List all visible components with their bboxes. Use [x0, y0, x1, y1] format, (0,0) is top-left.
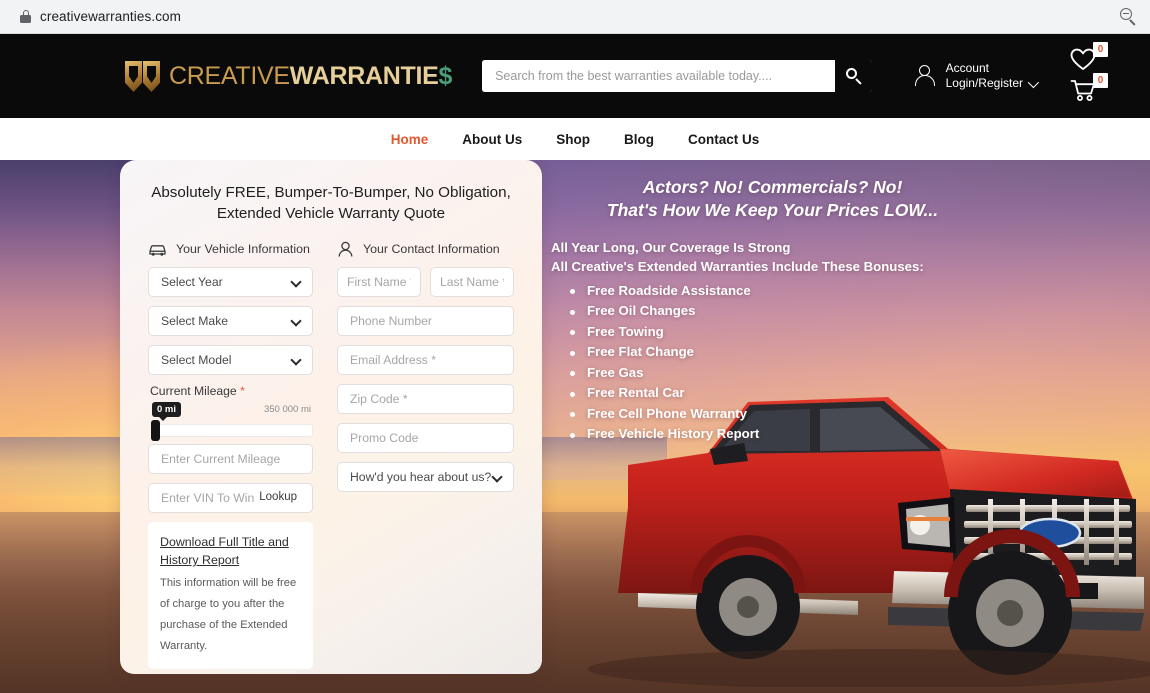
form-title-line1: Absolutely FREE, Bumper-To-Bumper, No Ob… [151, 184, 511, 201]
current-mileage-text: Current Mileage [150, 384, 237, 398]
select-year[interactable]: Select Year [148, 267, 313, 297]
promo-headline-line1: Actors? No! Commercials? No! [642, 177, 903, 197]
referral-source-label: How'd you hear about us? [350, 470, 492, 484]
download-report-link[interactable]: Download Full Title and History Report [160, 533, 289, 569]
history-report-box: Download Full Title and History Report T… [148, 522, 313, 669]
account-menu[interactable]: Account Login/Register [914, 61, 1040, 91]
current-mileage-label: Current Mileage * [150, 384, 313, 398]
wishlist-cart-stack: 0 0 [1070, 41, 1108, 105]
nav-item-shop[interactable]: Shop [556, 132, 590, 147]
account-labels: Account Login/Register [945, 61, 1040, 91]
contact-info-column: Your Contact Information How'd you hear … [337, 240, 514, 669]
hero-section: Actors? No! Commercials? No! That's How … [0, 160, 1150, 693]
account-line2: Login/Register [945, 76, 1023, 90]
chevron-down-icon [491, 471, 503, 483]
list-item: Free Gas [570, 362, 1000, 383]
nav-item-contact-us[interactable]: Contact Us [688, 132, 759, 147]
select-make-label: Select Make [161, 314, 229, 328]
site-search [482, 60, 873, 92]
search-input[interactable] [482, 60, 836, 92]
logo-wordmark: CREATIVEWARRANTIE$ [169, 61, 453, 90]
required-asterisk: * [240, 384, 245, 398]
mileage-slider-handle[interactable] [151, 420, 160, 441]
mileage-slider-track[interactable] [152, 424, 313, 437]
select-year-label: Select Year [161, 275, 223, 289]
vehicle-info-label: Your Vehicle Information [176, 242, 310, 256]
form-title: Absolutely FREE, Bumper-To-Bumper, No Ob… [148, 182, 514, 224]
current-mileage-input[interactable] [148, 444, 313, 474]
nav-item-home[interactable]: Home [391, 132, 429, 147]
form-columns: Your Vehicle Information Select Year Sel… [148, 240, 514, 669]
history-report-note: This information will be free of charge … [160, 577, 297, 652]
mileage-slider-max-label: 350 000 mi [263, 404, 311, 415]
name-row [337, 267, 514, 306]
site-logo[interactable]: CREATIVEWARRANTIE$ [125, 60, 452, 92]
logo-part-creative: CREATIVE [169, 61, 290, 90]
browser-chrome: creativewarranties.com [0, 0, 1150, 34]
logo-part-warranties: WARRANTIE [289, 61, 439, 90]
last-name-input[interactable] [430, 267, 514, 297]
form-title-line2: Extended Vehicle Warranty Quote [216, 205, 446, 222]
page-viewport: CREATIVEWARRANTIE$ Account Login/Registe… [0, 34, 1150, 693]
nav-item-blog[interactable]: Blog [624, 132, 654, 147]
promo-sub-line1: All Year Long, Our Coverage Is Strong [551, 240, 791, 255]
chevron-down-icon [290, 276, 302, 288]
select-model[interactable]: Select Model [148, 345, 313, 375]
wishlist-count-badge: 0 [1093, 41, 1108, 57]
promo-code-input[interactable] [337, 423, 514, 453]
vehicle-info-heading: Your Vehicle Information [148, 240, 313, 258]
promo-bonus-list: Free Roadside Assistance Free Oil Change… [545, 280, 1000, 444]
account-line1: Account [945, 61, 989, 75]
mileage-slider-value-tooltip: 0 mi [152, 402, 182, 421]
chevron-down-icon [290, 315, 302, 327]
person-icon [337, 241, 354, 258]
logo-part-dollar: $ [438, 61, 453, 90]
list-item: Free Vehicle History Report [570, 424, 1000, 445]
list-item: Free Roadside Assistance [570, 280, 1000, 301]
list-item: Free Rental Car [570, 383, 1000, 404]
main-nav: Home About Us Shop Blog Contact Us [0, 118, 1150, 160]
car-icon [148, 242, 167, 257]
url-bar[interactable]: creativewarranties.com [10, 3, 1118, 30]
site-header: CREATIVEWARRANTIE$ Account Login/Registe… [0, 34, 1150, 118]
email-address-input[interactable] [337, 345, 514, 375]
url-text: creativewarranties.com [40, 9, 181, 24]
phone-number-input[interactable] [337, 306, 514, 336]
download-report-line1: Download Full Title and [160, 535, 289, 549]
list-item: Free Flat Change [570, 342, 1000, 363]
select-model-label: Select Model [161, 353, 232, 367]
nav-item-about-us[interactable]: About Us [462, 132, 522, 147]
list-item: Free Cell Phone Warranty [570, 403, 1000, 424]
cart-count-badge: 0 [1093, 72, 1108, 88]
chevron-down-icon [290, 354, 302, 366]
chevron-down-icon [1027, 76, 1040, 88]
list-item: Free Towing [570, 321, 1000, 342]
first-name-input[interactable] [337, 267, 421, 297]
promo-column: Actors? No! Commercials? No! That's How … [545, 176, 1000, 444]
vin-field-group: Lookup [148, 483, 313, 513]
list-item: Free Oil Changes [570, 301, 1000, 322]
cart-button[interactable]: 0 [1070, 72, 1108, 105]
lock-icon [20, 10, 31, 23]
referral-source-select[interactable]: How'd you hear about us? [337, 462, 514, 492]
header-actions: Account Login/Register 0 0 [914, 41, 1128, 105]
zoom-out-icon[interactable] [1118, 6, 1140, 28]
download-report-line2: History Report [160, 553, 240, 567]
promo-sub-line2: All Creative's Extended Warranties Inclu… [551, 259, 924, 274]
vin-lookup-button[interactable]: Lookup [253, 490, 303, 504]
wishlist-button[interactable]: 0 [1070, 41, 1108, 74]
person-icon [914, 64, 936, 88]
select-make[interactable]: Select Make [148, 306, 313, 336]
zip-code-input[interactable] [337, 384, 514, 414]
promo-headline-line2: That's How We Keep Your Prices LOW... [606, 200, 939, 220]
vehicle-info-column: Your Vehicle Information Select Year Sel… [148, 240, 313, 669]
search-icon [845, 68, 862, 85]
mileage-slider[interactable]: 0 mi 350 000 mi [148, 402, 313, 441]
contact-info-label: Your Contact Information [363, 242, 500, 256]
search-button[interactable] [835, 60, 873, 92]
quote-form-card: Absolutely FREE, Bumper-To-Bumper, No Ob… [120, 160, 542, 674]
cw-shield-logo-icon [125, 60, 160, 92]
contact-info-heading: Your Contact Information [337, 240, 514, 258]
